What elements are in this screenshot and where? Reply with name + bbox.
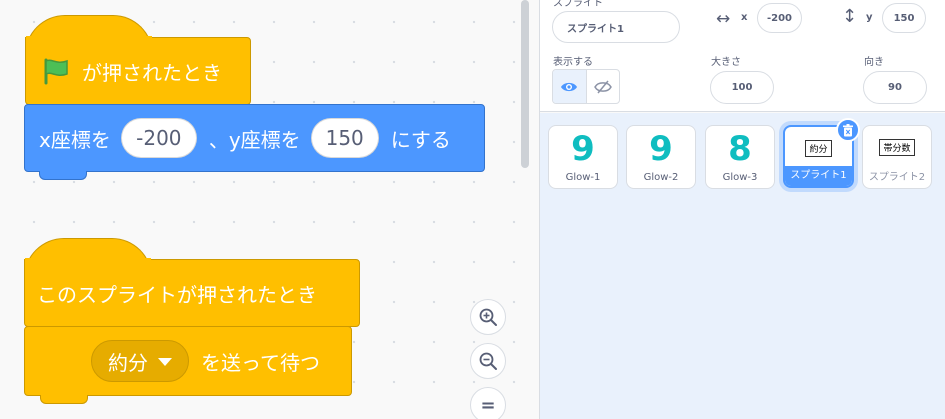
hide-sprite-button[interactable] xyxy=(587,70,620,103)
block-bottom-tab xyxy=(39,171,87,180)
hat-label: が押されたとき xyxy=(82,60,222,85)
trash-icon xyxy=(843,123,853,136)
y-position-input[interactable]: 150 xyxy=(882,3,926,33)
sprite-tile-name: Glow-1 xyxy=(565,172,601,183)
goto-y-label: 、y座標を xyxy=(208,127,301,152)
workspace-scrollbar[interactable] xyxy=(521,0,529,168)
direction-input[interactable]: 90 xyxy=(863,71,927,104)
glow-glyph: 9 xyxy=(649,129,673,169)
x-position-input[interactable]: -200 xyxy=(757,3,802,33)
costume-preview: 約分 xyxy=(805,139,832,157)
sprite-tile[interactable]: 9 Glow-1 xyxy=(548,125,618,189)
sprite-name-value: スプライト1 xyxy=(567,23,624,35)
show-label: 表示する xyxy=(553,57,593,68)
visibility-toggle[interactable] xyxy=(552,69,620,104)
x-label: x xyxy=(741,12,748,23)
zoom-in-icon xyxy=(479,308,497,326)
zoom-out-button[interactable] xyxy=(470,343,506,379)
zoom-reset-icon: = xyxy=(480,394,496,416)
green-flag-icon xyxy=(40,56,70,86)
go-to-xy-block[interactable]: x座標を -200 、y座標を 150 にする xyxy=(24,104,485,172)
chevron-down-icon xyxy=(158,358,172,366)
sprite-tile[interactable]: 9 Glow-2 xyxy=(626,125,696,189)
delete-sprite-button[interactable] xyxy=(836,118,860,142)
sprite-tile[interactable]: 8 Glow-3 xyxy=(705,125,775,189)
sprite-thumbnail: 8 xyxy=(706,130,774,168)
zoom-reset-button[interactable]: = xyxy=(470,387,506,419)
block-bottom-tab xyxy=(40,395,88,404)
goto-suffix: にする xyxy=(390,127,451,152)
goto-x-label: x座標を xyxy=(39,127,111,152)
message-dropdown[interactable]: 約分 xyxy=(91,340,189,382)
show-sprite-button[interactable] xyxy=(553,70,587,103)
costume-preview: 帯分数 xyxy=(879,138,915,156)
zoom-in-button[interactable] xyxy=(470,299,506,335)
broadcast-suffix: を送って待つ xyxy=(201,350,320,375)
sprite-tile-name: スプライト1 xyxy=(785,166,852,186)
direction-label: 向き xyxy=(864,57,884,68)
size-value: 100 xyxy=(731,82,753,93)
sprite-tile-name: スプライト2 xyxy=(868,172,926,183)
eye-slash-icon xyxy=(593,80,612,93)
cap-seam xyxy=(25,258,151,262)
y-position-value: 150 xyxy=(893,12,915,24)
x-position-value: -200 xyxy=(766,12,793,24)
cap-seam xyxy=(26,36,152,40)
y-label: y xyxy=(866,12,873,23)
glow-glyph: 9 xyxy=(571,129,595,169)
sprite-name-label: スプライト xyxy=(553,0,603,9)
zoom-out-icon xyxy=(479,352,497,370)
glow-glyph: 8 xyxy=(728,129,752,169)
sprite-name-input[interactable]: スプライト1 xyxy=(552,11,680,43)
eye-icon xyxy=(561,82,578,91)
hat-label: このスプライトが押されたとき xyxy=(37,282,317,307)
direction-value: 90 xyxy=(888,82,902,93)
when-flag-clicked-block[interactable]: が押されたとき xyxy=(25,37,251,105)
broadcast-and-wait-block[interactable]: 約分 を送って待つ xyxy=(24,326,352,396)
sprite-tile-name: Glow-3 xyxy=(722,172,758,183)
sprite-tile-name: Glow-2 xyxy=(643,172,679,183)
x-input[interactable]: -200 xyxy=(120,118,197,158)
sprite-thumbnail: 9 xyxy=(549,130,617,168)
message-value: 約分 xyxy=(108,350,148,375)
size-input[interactable]: 100 xyxy=(710,71,774,104)
y-input[interactable]: 150 xyxy=(310,118,379,158)
size-label: 大きさ xyxy=(711,57,741,68)
sprite-thumbnail: 9 xyxy=(627,130,695,168)
x-arrows-icon: ↔ xyxy=(716,9,731,29)
y-arrows-icon: ↕ xyxy=(842,6,858,27)
when-sprite-clicked-block[interactable]: このスプライトが押されたとき xyxy=(24,259,360,327)
code-workspace[interactable]: が押されたとき x座標を -200 、y座標を 150 にする このスプライトが… xyxy=(0,0,518,419)
sprite-thumbnail: 帯分数 xyxy=(863,128,931,166)
sprite-tile[interactable]: 帯分数 スプライト2 xyxy=(862,125,932,189)
